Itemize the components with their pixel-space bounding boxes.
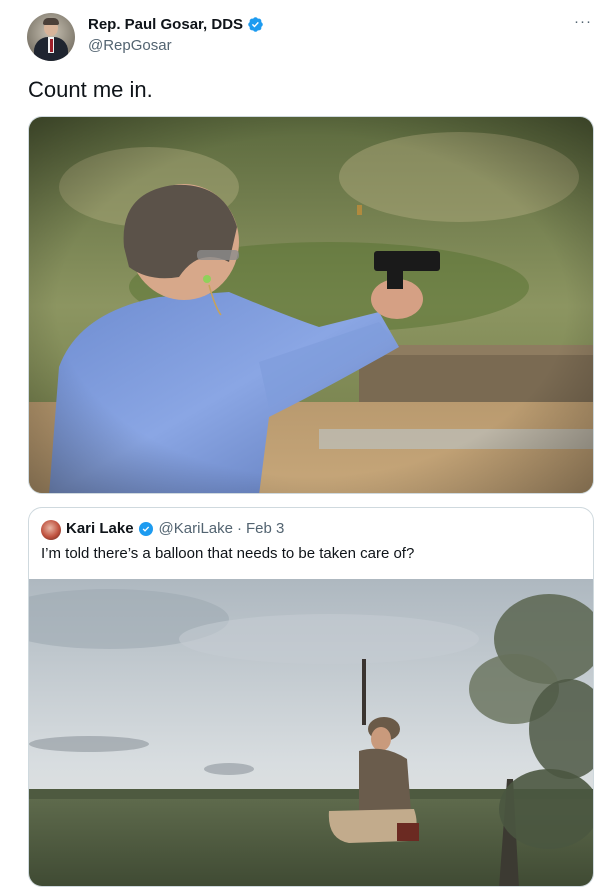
quoted-author-name[interactable]: Kari Lake [66,520,134,537]
more-options-icon[interactable]: ··· [574,13,592,30]
verified-badge-icon [248,17,263,32]
tweet: Rep. Paul Gosar, DDS @RepGosar ··· Count… [0,0,594,887]
field-hunting-photo [29,579,593,886]
quoted-tweet-photo[interactable] [29,579,593,886]
quoted-tweet-date[interactable]: Feb 3 [246,520,284,537]
author-avatar[interactable] [27,13,75,61]
tweet-text: Count me in. [28,77,153,102]
tweet-photo[interactable] [28,116,594,494]
quoted-author-row: Kari Lake @KariLake · Feb 3 [66,520,284,537]
quoted-verified-badge-icon [138,521,153,536]
author-display-name[interactable]: Rep. Paul Gosar, DDS [88,16,243,33]
quoted-author-handle[interactable]: @KariLake [159,520,233,537]
quoted-tweet-text: I’m told there’s a balloon that needs to… [41,545,415,562]
separator-dot: · [236,520,242,537]
quoted-tweet-card[interactable]: Kari Lake @KariLake · Feb 3 I’m told the… [28,507,594,887]
shooting-range-photo [29,117,593,493]
author-name-row: Rep. Paul Gosar, DDS [88,16,264,33]
quoted-author-avatar[interactable] [41,520,61,540]
author-handle[interactable]: @RepGosar [88,37,172,54]
